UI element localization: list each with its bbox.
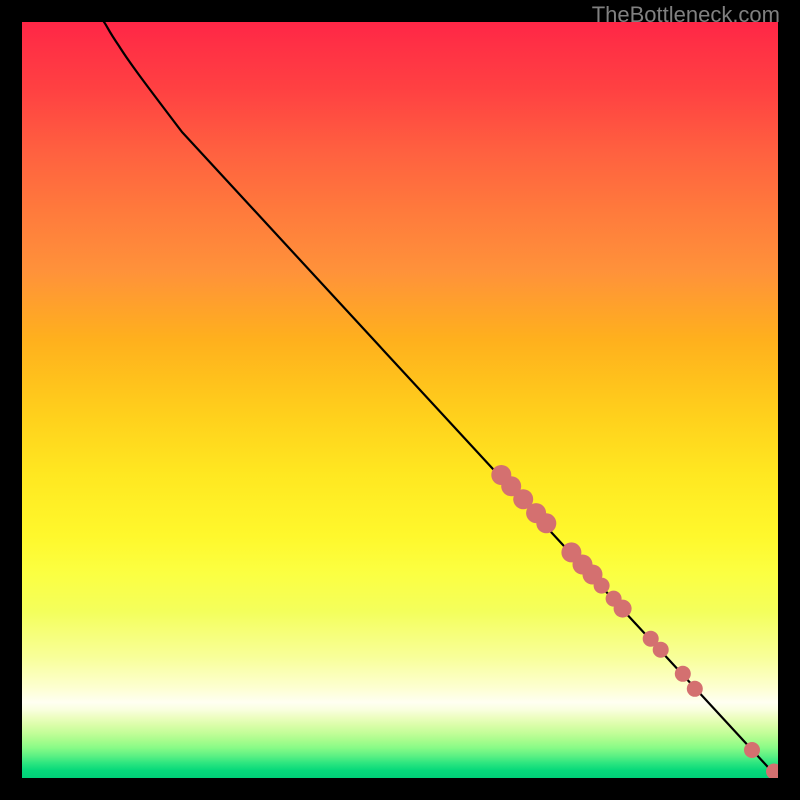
- data-point: [594, 578, 610, 594]
- data-point: [653, 642, 669, 658]
- data-point: [675, 666, 691, 682]
- plot-area: [22, 22, 778, 778]
- data-point: [536, 513, 556, 533]
- data-point: [744, 742, 760, 758]
- chart-stage: TheBottleneck.com: [0, 0, 800, 800]
- watermark-text: TheBottleneck.com: [592, 2, 780, 28]
- data-point: [614, 600, 632, 618]
- chart-svg: [22, 22, 778, 778]
- data-point: [687, 681, 703, 697]
- bottleneck-curve: [104, 22, 778, 778]
